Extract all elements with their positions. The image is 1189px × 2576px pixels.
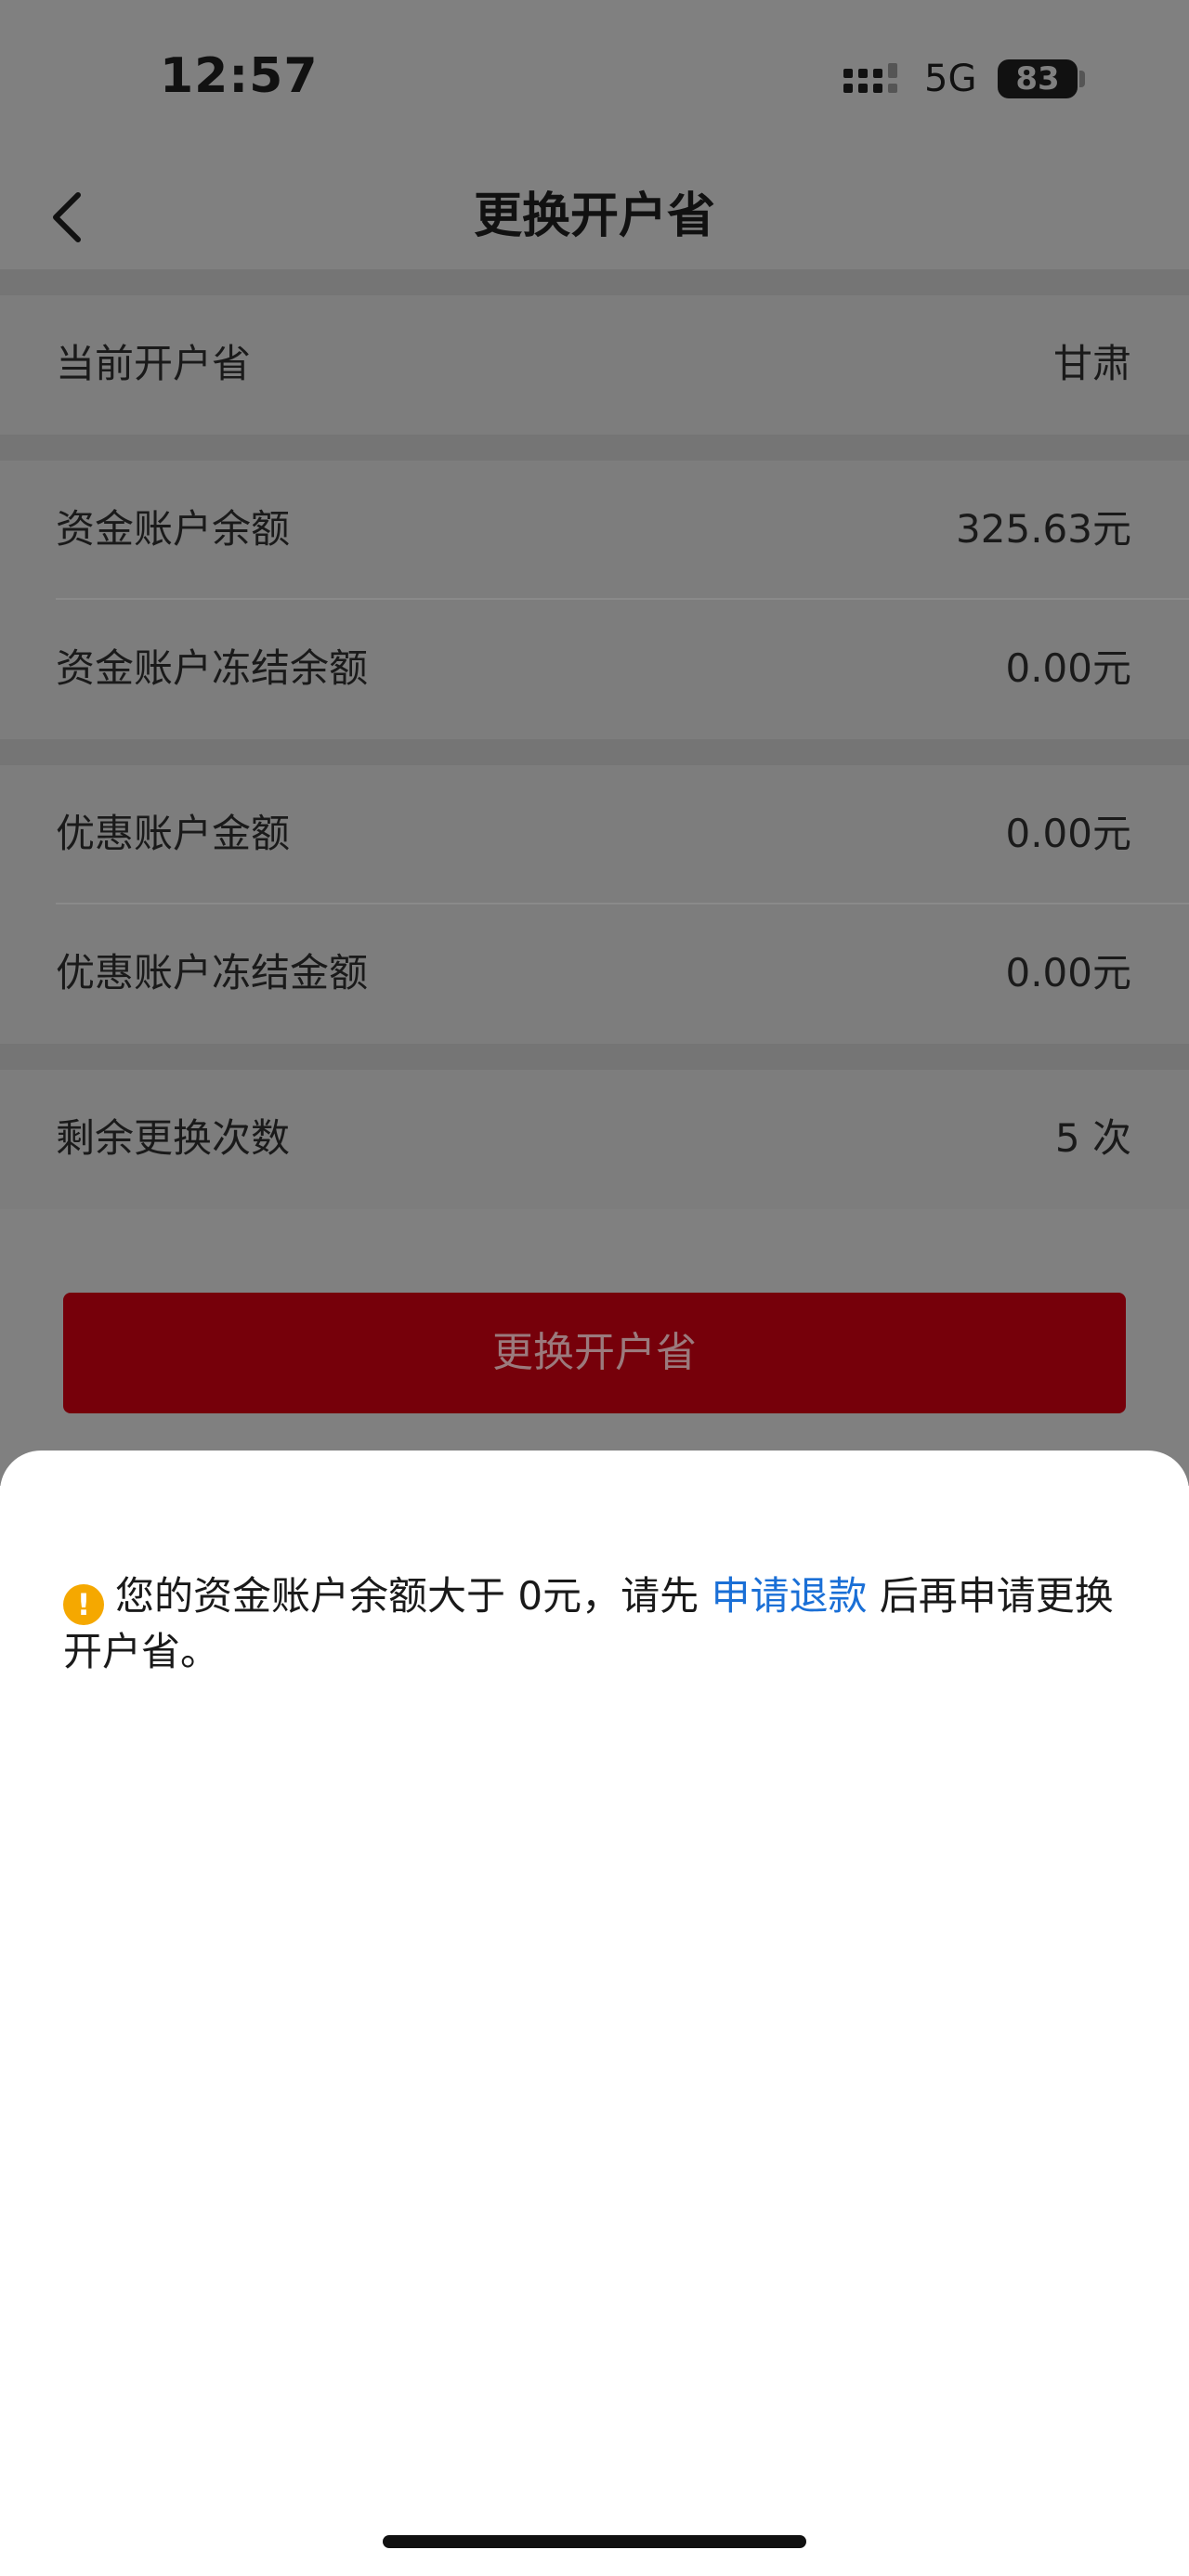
- current-province-value: 甘肃: [1052, 341, 1131, 386]
- status-bar: 12:57 5G 83: [0, 0, 1189, 158]
- page-title: 更换开户省: [473, 189, 715, 244]
- bottom-sheet: ! 您的资金账户余额大于 0元，请先 申请退款 后再申请更换开户省。: [0, 1451, 1189, 2576]
- cellular-signal-icon: [843, 63, 897, 93]
- status-time: 12:57: [160, 48, 319, 104]
- section-gap: [0, 739, 1189, 765]
- apply-refund-link[interactable]: 申请退款: [711, 1573, 867, 1619]
- section-gap: [0, 269, 1189, 295]
- notice-text-before: 您的资金账户余额大于 0元，请先: [115, 1573, 712, 1619]
- change-province-button[interactable]: 更换开户省: [63, 1293, 1126, 1413]
- fund-balance-row: 资金账户余额 325.63元: [0, 461, 1189, 598]
- page: 12:57 5G 83 更换开户省 当前开户省 甘肃 资金账户余额 325.63…: [0, 0, 1189, 2576]
- remaining-changes-row: 剩余更换次数 5 次: [0, 1070, 1189, 1207]
- fund-account-section: 资金账户余额 325.63元 资金账户冻结余额 0.00元: [0, 461, 1189, 739]
- remaining-changes-section: 剩余更换次数 5 次: [0, 1070, 1189, 1209]
- warning-icon: !: [63, 1584, 104, 1625]
- fund-balance-value: 325.63元: [956, 506, 1131, 552]
- current-province-section: 当前开户省 甘肃: [0, 295, 1189, 435]
- warning-notice: ! 您的资金账户余额大于 0元，请先 申请退款 后再申请更换开户省。: [63, 1569, 1131, 1679]
- discount-amount-label: 优惠账户金额: [56, 811, 291, 856]
- current-province-label: 当前开户省: [56, 341, 252, 386]
- remaining-changes-label: 剩余更换次数: [56, 1115, 291, 1161]
- discount-frozen-value: 0.00元: [1005, 950, 1131, 995]
- battery-indicator: 83: [998, 59, 1078, 98]
- current-province-row: 当前开户省 甘肃: [0, 295, 1189, 433]
- battery-tip: [1079, 71, 1085, 87]
- home-indicator[interactable]: [383, 2535, 806, 2548]
- remaining-changes-value: 5 次: [1054, 1115, 1131, 1161]
- network-type: 5G: [924, 58, 977, 100]
- dimmed-page-background: 12:57 5G 83 更换开户省 当前开户省 甘肃 资金账户余额 325.63…: [0, 0, 1189, 1486]
- fund-balance-label: 资金账户余额: [56, 506, 291, 552]
- discount-frozen-row: 优惠账户冻结金额 0.00元: [0, 904, 1189, 1042]
- section-gap: [0, 1044, 1189, 1070]
- discount-amount-row: 优惠账户金额 0.00元: [0, 765, 1189, 903]
- discount-account-section: 优惠账户金额 0.00元 优惠账户冻结金额 0.00元: [0, 765, 1189, 1044]
- nav-bar: 更换开户省: [0, 158, 1189, 269]
- discount-amount-value: 0.00元: [1005, 811, 1131, 856]
- section-gap: [0, 435, 1189, 461]
- discount-frozen-label: 优惠账户冻结金额: [56, 950, 369, 995]
- fund-frozen-label: 资金账户冻结余额: [56, 645, 369, 691]
- fund-frozen-value: 0.00元: [1005, 645, 1131, 691]
- fund-frozen-row: 资金账户冻结余额 0.00元: [0, 600, 1189, 737]
